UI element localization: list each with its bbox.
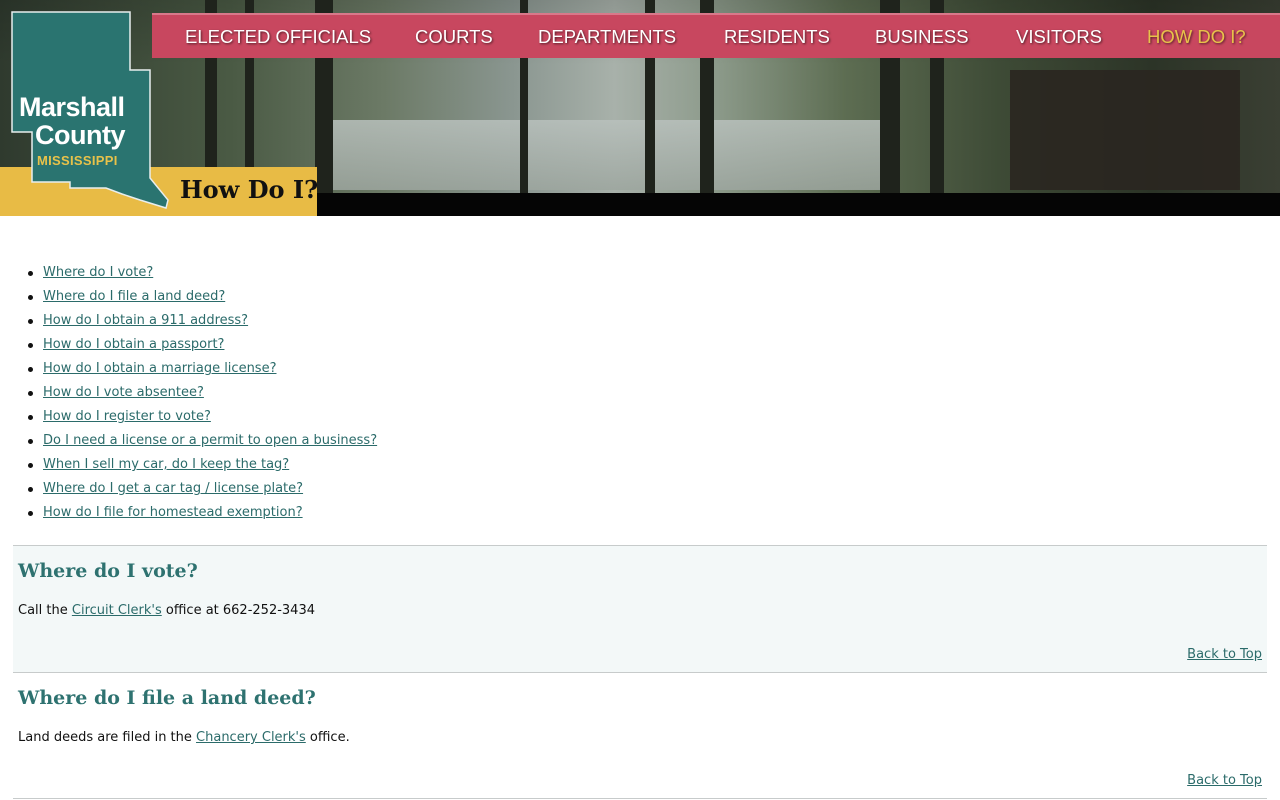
main-nav: ELECTED OFFICIALS COURTS DEPARTMENTS RES… [152,13,1280,58]
toc-item: How do I obtain a marriage license? [27,360,377,384]
section-heading: Where do I vote? [18,560,198,582]
back-to-top-link[interactable]: Back to Top [1187,773,1262,788]
toc-item: When I sell my car, do I keep the tag? [27,456,377,480]
logo-line-mississippi: MISSISSIPPI [37,153,118,168]
logo-line-marshall: Marshall [19,92,125,122]
toc-link-marriage-license[interactable]: How do I obtain a marriage license? [43,361,276,376]
toc-link-homestead[interactable]: How do I file for homestead exemption? [43,505,303,520]
toc-link-car-tag-sell[interactable]: When I sell my car, do I keep the tag? [43,457,289,472]
faq-table-of-contents: Where do I vote? Where do I file a land … [27,264,377,528]
section-body: Land deeds are filed in the Chancery Cle… [18,730,350,745]
toc-link-business-license[interactable]: Do I need a license or a permit to open … [43,433,377,448]
chancery-clerk-link[interactable]: Chancery Clerk's [196,730,306,745]
hero-lake [320,120,880,190]
toc-link-vote[interactable]: Where do I vote? [43,265,153,280]
toc-item: How do I file for homestead exemption? [27,504,377,528]
logo-line-county: County [35,120,125,150]
back-to-top-link[interactable]: Back to Top [1187,647,1262,662]
toc-link-car-tag-get[interactable]: Where do I get a car tag / license plate… [43,481,303,496]
toc-item: How do I vote absentee? [27,384,377,408]
toc-link-passport[interactable]: How do I obtain a passport? [43,337,224,352]
circuit-clerk-link[interactable]: Circuit Clerk's [72,603,162,618]
nav-how-do-i[interactable]: HOW DO I? [1147,26,1246,48]
nav-courts[interactable]: COURTS [415,26,493,48]
toc-item: Where do I vote? [27,264,377,288]
hero-pavilion [1010,70,1240,190]
toc-link-vote-absentee[interactable]: How do I vote absentee? [43,385,204,400]
section-body: Call the Circuit Clerk's office at 662-2… [18,603,315,618]
section-heading: Where do I file a land deed? [18,687,316,709]
faq-section-land-deed: Where do I file a land deed? Land deeds … [13,672,1267,799]
toc-item: Do I need a license or a permit to open … [27,432,377,456]
faq-section-vote: Where do I vote? Call the Circuit Clerk'… [13,545,1267,672]
toc-link-911-address[interactable]: How do I obtain a 911 address? [43,313,248,328]
toc-item: How do I obtain a 911 address? [27,312,377,336]
nav-residents[interactable]: RESIDENTS [724,26,830,48]
toc-item: How do I obtain a passport? [27,336,377,360]
county-logo[interactable]: Marshall County MISSISSIPPI [10,10,170,210]
toc-link-land-deed[interactable]: Where do I file a land deed? [43,289,225,304]
nav-departments[interactable]: DEPARTMENTS [538,26,676,48]
nav-elected-officials[interactable]: ELECTED OFFICIALS [185,26,371,48]
page-title: How Do I? [180,175,319,204]
toc-link-register-vote[interactable]: How do I register to vote? [43,409,211,424]
toc-item: Where do I file a land deed? [27,288,377,312]
nav-business[interactable]: BUSINESS [875,26,969,48]
toc-item: Where do I get a car tag / license plate… [27,480,377,504]
nav-visitors[interactable]: VISITORS [1016,26,1102,48]
toc-item: How do I register to vote? [27,408,377,432]
